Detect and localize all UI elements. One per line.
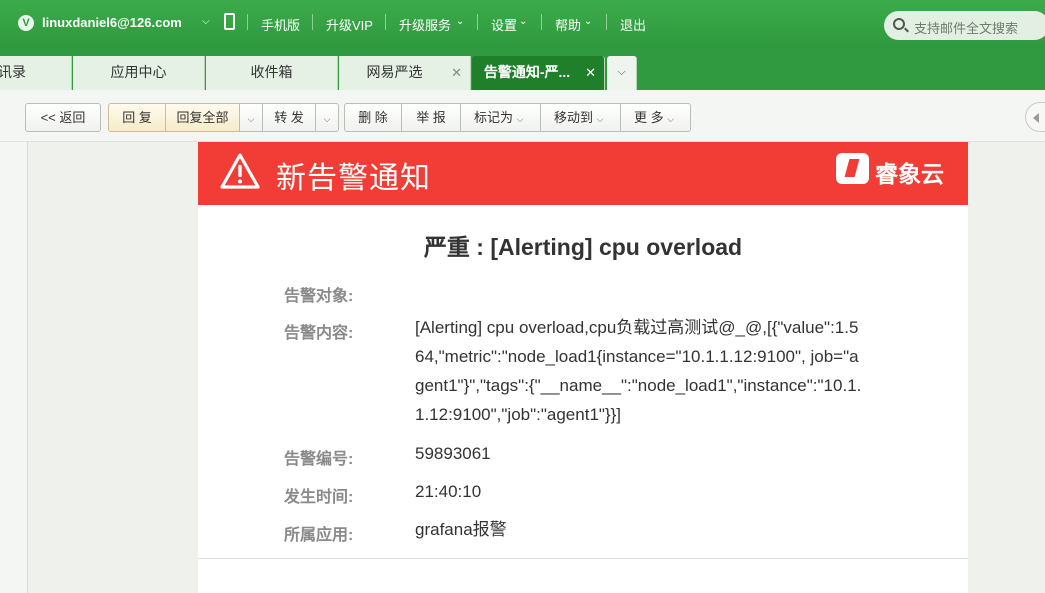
warning-icon (220, 153, 260, 189)
account-name[interactable]: linuxdaniel6@126.com (42, 15, 182, 30)
search-input[interactable]: 支持邮件全文搜索 (884, 11, 1045, 40)
tab-contacts[interactable]: 讯录 (0, 56, 72, 90)
reply-button[interactable]: 回 复 (108, 103, 166, 132)
top-bar: V linuxdaniel6@126.com ⌵ 手机版 升级VIP 升级服务 … (0, 0, 1045, 46)
reply-all-button[interactable]: 回复全部 (165, 103, 240, 132)
separator (312, 14, 313, 30)
tab-more-button[interactable]: ⌵ (607, 56, 637, 90)
alert-heading: 严重 : [Alerting] cpu overload (423, 234, 743, 260)
nav-upgrade-vip[interactable]: 升级VIP (326, 15, 373, 34)
search-placeholder: 支持邮件全文搜索 (914, 21, 1019, 36)
mark-as-label: 标记为 (474, 110, 514, 125)
report-button[interactable]: 举 报 (401, 103, 461, 132)
nav-logout[interactable]: 退出 (620, 15, 646, 34)
field-label-time: 发生时间: (284, 489, 354, 506)
more-button[interactable]: 更 多 ⌵ (620, 103, 691, 132)
separator (477, 14, 478, 30)
forward-dropdown-button[interactable]: ⌵ (315, 103, 339, 132)
field-label-target: 告警对象: (284, 288, 354, 305)
reply-dropdown-button[interactable]: ⌵ (239, 103, 263, 132)
nav-upgrade-service[interactable]: 升级服务 (399, 15, 451, 34)
tab-bar: 讯录 应用中心 收件箱 网易严选 ✕ 告警通知-严... ✕ ⌵ (0, 46, 1045, 90)
field-label-alert-id: 告警编号: (284, 451, 354, 468)
nav-mobile[interactable]: 手机版 (261, 15, 300, 34)
field-label-content: 告警内容: (284, 325, 354, 342)
field-value-content-line: 64,"metric":"node_load1{instance="10.1.1… (415, 347, 859, 366)
chevron-down-icon: ⌵ (516, 114, 524, 124)
banner-title: 新告警通知 (276, 162, 431, 195)
nav-settings[interactable]: 设置 (491, 15, 517, 34)
chevron-down-icon: ⌄ (584, 16, 593, 27)
close-icon[interactable]: ✕ (451, 56, 462, 89)
chevron-down-icon: ⌵ (323, 114, 331, 124)
separator (541, 14, 542, 30)
brand-logo-icon (836, 153, 869, 184)
tab-inbox[interactable]: 收件箱 (206, 56, 338, 90)
tab-label: 讯录 (0, 64, 26, 80)
divider (198, 558, 968, 559)
chevron-down-icon: ⌵ (247, 114, 255, 124)
tab-yanxuan[interactable]: 网易严选 ✕ (339, 56, 471, 90)
account-dropdown-icon[interactable]: ⌵ (202, 16, 210, 27)
field-value-time: 21:40:10 (415, 482, 482, 501)
close-icon[interactable]: ✕ (585, 56, 596, 89)
field-value-content-line: 1.12:9100","job":"agent1"}}] (415, 405, 622, 424)
alert-banner: 新告警通知 睿象云 (198, 142, 968, 205)
move-to-button[interactable]: 移动到 ⌵ (540, 103, 621, 132)
search-icon (893, 18, 905, 30)
tab-app-center[interactable]: 应用中心 (73, 56, 205, 90)
tab-label: 收件箱 (250, 64, 293, 80)
tab-label: 网易严选 (366, 64, 423, 80)
back-button[interactable]: << 返回 (25, 103, 101, 132)
nav-help[interactable]: 帮助 (555, 15, 581, 34)
mark-as-button[interactable]: 标记为 ⌵ (460, 103, 541, 132)
mail-toolbar: << 返回 回 复 回复全部 ⌵ 转 发 ⌵ 删 除 举 报 标记为 ⌵ 移动到… (0, 90, 1045, 142)
chevron-down-icon: ⌄ (519, 16, 528, 27)
tab-label: 应用中心 (110, 64, 167, 80)
separator (385, 14, 386, 30)
field-value-app: grafana报警 (415, 520, 507, 539)
left-panel (0, 142, 28, 593)
chevron-down-icon: ⌵ (617, 66, 626, 78)
field-label-app: 所属应用: (284, 527, 354, 544)
chevron-down-icon: ⌄ (456, 16, 465, 27)
phone-icon[interactable] (224, 13, 235, 30)
separator (606, 14, 607, 30)
chevron-down-icon: ⌵ (667, 114, 675, 124)
field-value-alert-id: 59893061 (415, 444, 491, 463)
delete-button[interactable]: 删 除 (344, 103, 402, 132)
field-value-content-line: [Alerting] cpu overload,cpu负载过高测试@_@,[{"… (415, 318, 859, 337)
mail-logo-icon: V (18, 15, 34, 31)
more-label: 更 多 (634, 110, 664, 125)
field-value-content-line: gent1"}","tags":{"__name__":"node_load1"… (415, 376, 862, 395)
brand-name: 睿象云 (875, 161, 944, 187)
move-to-label: 移动到 (554, 110, 594, 125)
tab-label: 告警通知-严... (483, 64, 571, 80)
mail-body: 新告警通知 睿象云 严重 : [Alerting] cpu overload 告… (198, 142, 968, 593)
chevron-down-icon: ⌵ (596, 114, 604, 124)
forward-button[interactable]: 转 发 (262, 103, 316, 132)
separator (247, 14, 248, 30)
tab-alert-notice[interactable]: 告警通知-严... ✕ (472, 56, 605, 90)
